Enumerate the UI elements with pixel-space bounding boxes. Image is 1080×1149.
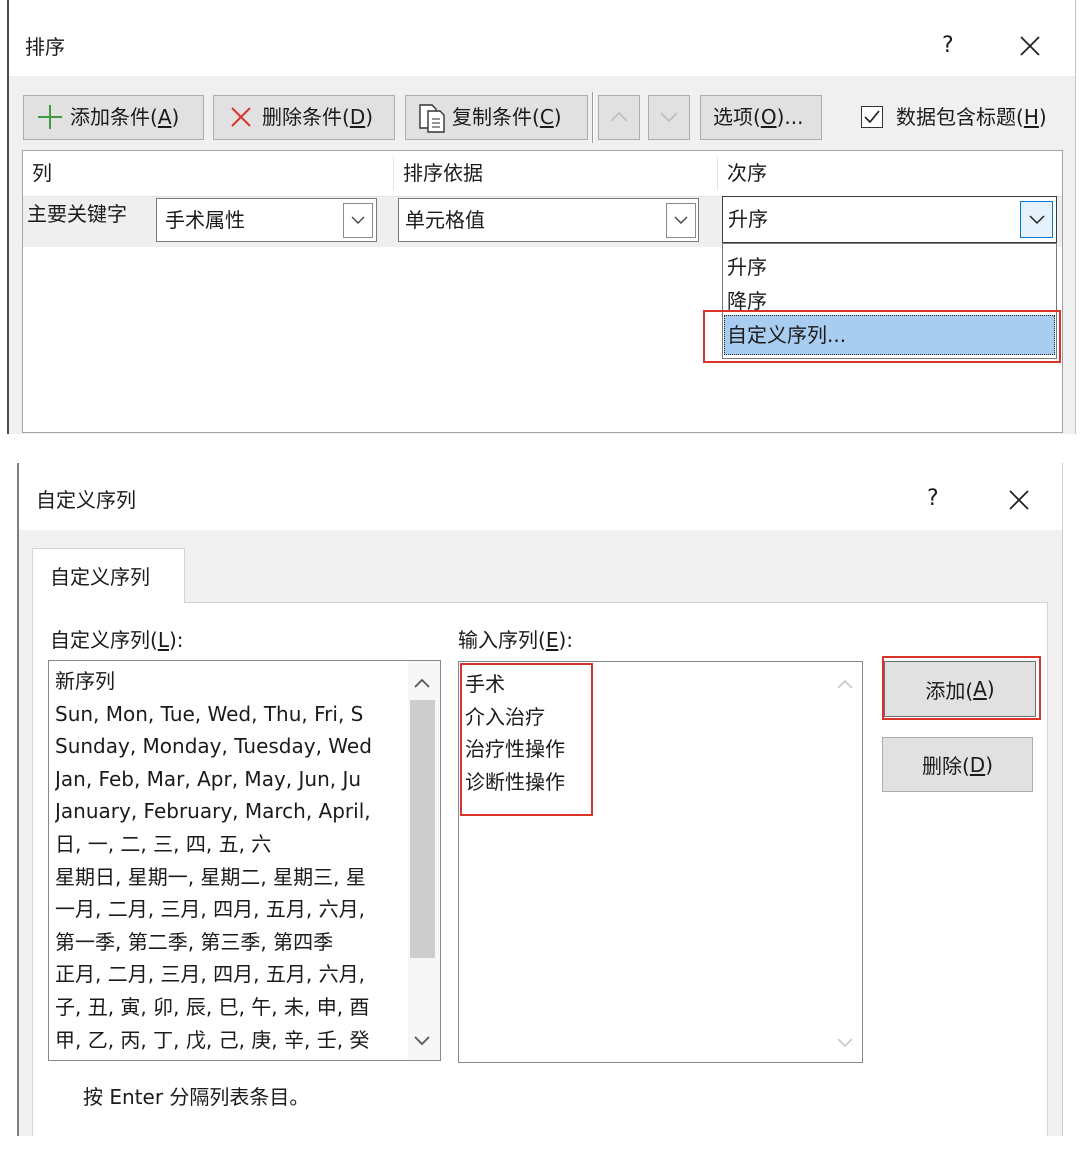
- sort-level-row[interactable]: 主要关键字 手术属性 单元格值 升序: [23, 196, 1062, 247]
- tab-label: 自定义序列: [50, 565, 150, 589]
- close-button[interactable]: [1016, 32, 1044, 60]
- chevron-up-icon[interactable]: [414, 678, 430, 688]
- copy-level-label: 复制条件(C): [452, 105, 562, 129]
- check-icon: [864, 110, 880, 124]
- dialog-title: 排序: [25, 35, 65, 59]
- column-dropdown-value: 手术属性: [165, 208, 245, 232]
- dialog-border-right: [1075, 0, 1076, 434]
- chevron-down-icon: [1028, 214, 1045, 224]
- custom-list-item[interactable]: Sunday, Monday, Tuesday, Wed: [55, 730, 407, 763]
- toolbar-separator: [593, 92, 594, 143]
- options-button[interactable]: 选项(O)...: [700, 95, 822, 140]
- add-level-label: 添加条件(A): [70, 105, 180, 129]
- custom-list-item[interactable]: 一月, 二月, 三月, 四月, 五月, 六月,: [55, 893, 407, 926]
- chevron-down-icon: [660, 112, 678, 123]
- order-dropdown-list: 升序 降序 自定义序列...: [722, 243, 1057, 359]
- order-dropdown-value: 升序: [728, 207, 768, 231]
- custom-list-item[interactable]: 甲, 乙, 丙, 丁, 戊, 己, 庚, 辛, 壬, 癸: [55, 1024, 407, 1057]
- custom-list-item[interactable]: 新序列: [55, 665, 407, 698]
- add-button[interactable]: 添加(A): [884, 661, 1036, 717]
- delete-level-button[interactable]: 删除条件(D): [213, 95, 395, 140]
- order-dropdown[interactable]: 升序: [722, 196, 1057, 243]
- order-option-custom-list[interactable]: 自定义序列...: [724, 315, 1055, 355]
- scrollbar-thumb[interactable]: [410, 700, 435, 958]
- copy-level-button[interactable]: 复制条件(C): [405, 95, 588, 140]
- header-column: 列: [32, 161, 52, 185]
- move-up-button[interactable]: [598, 95, 640, 140]
- custom-list-item[interactable]: 正月, 二月, 三月, 四月, 五月, 六月,: [55, 958, 407, 991]
- column-dropdown[interactable]: 手术属性: [156, 198, 377, 242]
- has-headers-checkbox[interactable]: [861, 106, 883, 128]
- sort-on-dropdown[interactable]: 单元格值: [398, 198, 699, 242]
- custom-lists-listbox[interactable]: 新序列 Sun, Mon, Tue, Wed, Thu, Fri, S Sunday…: [48, 660, 441, 1061]
- dialog-border-right: [1062, 463, 1063, 1136]
- delete-level-label: 删除条件(D): [262, 105, 374, 129]
- tab-custom-lists[interactable]: 自定义序列: [32, 548, 185, 603]
- custom-list-item[interactable]: January, February, March, April,: [55, 795, 407, 828]
- tab-panel: 自定义序列(L): 新序列 Sun, Mon, Tue, Wed, Thu, Fr…: [32, 602, 1048, 1136]
- list-entries-lines: 手术介入治疗治疗性操作诊断性操作: [465, 668, 825, 798]
- list-entries-input[interactable]: 手术介入治疗治疗性操作诊断性操作: [458, 661, 863, 1063]
- order-option-ascending[interactable]: 升序: [724, 250, 1055, 284]
- custom-list-item[interactable]: 星期日, 星期一, 星期二, 星期三, 星: [55, 861, 407, 894]
- chevron-up-icon: [610, 111, 628, 122]
- close-button[interactable]: [1005, 486, 1033, 514]
- x-icon: [231, 107, 251, 127]
- level-label: 主要关键字: [27, 202, 127, 226]
- chevron-down-icon: [351, 216, 365, 224]
- copy-icon: [419, 104, 445, 133]
- column-dropdown-toggle[interactable]: [343, 203, 373, 238]
- order-dropdown-toggle[interactable]: [1020, 201, 1053, 238]
- chevron-down-icon[interactable]: [414, 1036, 430, 1046]
- dialog-title: 自定义序列: [36, 488, 136, 512]
- has-headers-label[interactable]: 数据包含标题(H): [896, 104, 1047, 130]
- order-option-descending[interactable]: 降序: [724, 284, 1055, 318]
- close-icon: [1020, 36, 1040, 56]
- list-entry-line: 介入治疗: [465, 704, 545, 729]
- sort-on-dropdown-value: 单元格值: [405, 208, 485, 232]
- grid-header-row: 列 排序依据 次序: [23, 151, 1062, 197]
- list-entries-label: 输入序列(E):: [458, 628, 573, 652]
- hint-text: 按 Enter 分隔列表条目。: [83, 1085, 310, 1109]
- header-divider: [393, 157, 394, 190]
- sort-levels-grid: 列 排序依据 次序 主要关键字 手术属性 单元格值 升序 升序 降序 自定义序列…: [22, 150, 1063, 433]
- custom-list-item[interactable]: 子, 丑, 寅, 卯, 辰, 巳, 午, 未, 申, 酉: [55, 991, 407, 1024]
- custom-list-item[interactable]: Jan, Feb, Mar, Apr, May, Jun, Ju: [55, 763, 407, 796]
- list-entry-line: 治疗性操作: [465, 737, 565, 761]
- custom-list-item[interactable]: 第一季, 第二季, 第三季, 第四季: [55, 926, 407, 959]
- list-entry-line: 诊断性操作: [465, 769, 565, 794]
- header-sort-on: 排序依据: [403, 161, 483, 185]
- custom-lists-label: 自定义序列(L):: [50, 628, 184, 652]
- delete-button[interactable]: 删除(D): [882, 737, 1033, 792]
- custom-list-item[interactable]: 日, 一, 二, 三, 四, 五, 六: [55, 828, 407, 861]
- header-divider: [717, 157, 718, 190]
- sort-dialog: 排序 ? 添加条件(A) 删除条件(D) 复制条件(C) 选项(O)... 数据…: [0, 0, 1080, 436]
- move-down-button[interactable]: [648, 95, 690, 140]
- custom-lists-dialog: 自定义序列 ? 自定义序列 自定义序列(L): 新序列 Sun, Mon, Tue…: [17, 463, 1064, 1136]
- help-button[interactable]: ?: [927, 486, 939, 512]
- listbox-scrollbar[interactable]: [408, 661, 440, 1060]
- chevron-down-icon: [674, 216, 688, 224]
- delete-button-label: 删除(D): [921, 752, 994, 779]
- chevron-down-icon[interactable]: [837, 1038, 853, 1048]
- add-button-label: 添加(A): [925, 677, 995, 703]
- plus-icon: [38, 105, 62, 129]
- custom-list-item[interactable]: Sun, Mon, Tue, Wed, Thu, Fri, S: [55, 698, 407, 731]
- custom-lists-items: 新序列 Sun, Mon, Tue, Wed, Thu, Fri, S Sunday…: [55, 665, 407, 1057]
- add-level-button[interactable]: 添加条件(A): [23, 95, 204, 140]
- close-icon: [1009, 490, 1029, 510]
- help-button[interactable]: ?: [942, 33, 954, 59]
- options-label: 选项(O)...: [713, 105, 804, 129]
- header-order: 次序: [727, 161, 767, 185]
- list-entry-line: 手术: [465, 672, 505, 696]
- chevron-up-icon[interactable]: [837, 679, 853, 689]
- sort-on-dropdown-toggle[interactable]: [666, 203, 696, 238]
